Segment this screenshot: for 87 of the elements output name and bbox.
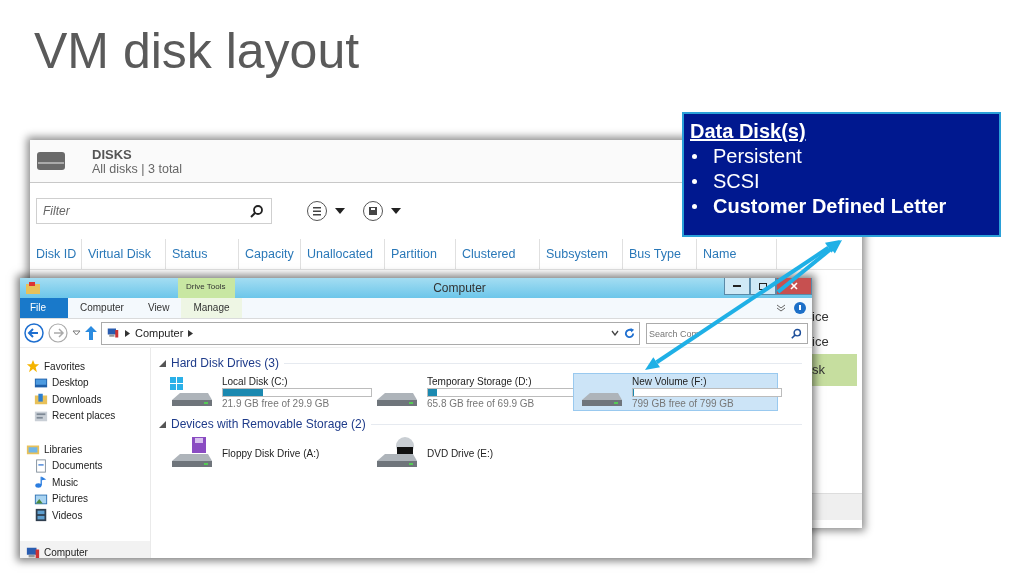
chevron-right-icon (125, 329, 130, 337)
window-title: Computer (432, 280, 487, 297)
computer-icon (26, 545, 40, 558)
film-icon (34, 508, 48, 523)
drive-tile[interactable]: Local Disk (C:) 21.9 GB free of 29.9 GB (163, 373, 368, 411)
star-icon (26, 359, 40, 374)
floppy-drive-icon (172, 437, 212, 467)
section-header[interactable]: Hard Disk Drives (3) (171, 356, 279, 370)
sidebar-item[interactable]: Videos (20, 507, 150, 524)
context-tab-label: Drive Tools (178, 278, 235, 298)
chevron-right-icon (188, 329, 194, 337)
column-header[interactable]: Bus Type (623, 239, 697, 269)
ribbon-tab[interactable]: File (20, 298, 68, 318)
column-header[interactable]: Disk ID (30, 239, 82, 269)
column-header[interactable]: Name (697, 239, 777, 269)
sidebar-item[interactable]: Recent places (20, 407, 150, 424)
free-space-text: 65.8 GB free of 69.9 GB (427, 397, 536, 409)
sidebar-item[interactable]: Music (20, 474, 150, 491)
drive-name: Temporary Storage (D:) (427, 375, 533, 387)
drive-tile[interactable]: DVD Drive (E:) (368, 434, 573, 472)
minimize-button[interactable] (724, 278, 750, 295)
bullet-text: Persistent (713, 144, 802, 169)
expand-triangle-icon[interactable] (159, 359, 166, 367)
dvd-drive-icon (377, 437, 417, 467)
free-space-text: 21.9 GB free of 29.9 GB (222, 397, 331, 409)
arrow (776, 240, 842, 294)
sidebar-item[interactable]: Pictures (20, 490, 150, 507)
sidebar-item[interactable]: Desktop (20, 374, 150, 391)
column-header[interactable]: Partition (385, 239, 456, 269)
hard-drive-icon (582, 393, 622, 406)
back-icon[interactable] (24, 323, 44, 343)
sidebar-item[interactable]: Favorites (20, 358, 150, 375)
bullet-text: Customer Defined Letter (713, 194, 947, 219)
sidebar-item[interactable]: Libraries (20, 441, 150, 458)
dropdown-icon[interactable] (611, 330, 619, 336)
computer-icon (106, 327, 120, 339)
refresh-icon[interactable] (624, 327, 635, 339)
ribbon-tab[interactable]: Manage (181, 298, 242, 318)
filter-field[interactable]: Filter (36, 198, 272, 224)
save-menu-icon[interactable] (362, 200, 404, 222)
search-icon (250, 204, 264, 218)
section-header[interactable]: Devices with Removable Storage (2) (171, 417, 366, 431)
drive-tile[interactable]: Temporary Storage (D:) 65.8 GB free of 69.9 GB (368, 373, 573, 411)
column-header[interactable]: Clustered (456, 239, 540, 269)
panel-title: DISKS (92, 146, 133, 162)
drive-name: Local Disk (C:) (222, 375, 289, 387)
document-icon (34, 458, 48, 473)
table-cell[interactable]: sk (810, 354, 857, 386)
ribbon-tab[interactable]: View (135, 298, 182, 318)
sidebar-item[interactable]: Downloads (20, 391, 150, 408)
drive-name: Floppy Disk Drive (A:) (222, 447, 320, 459)
list-menu-icon[interactable] (306, 200, 348, 222)
column-header[interactable]: Virtual Disk (82, 239, 166, 269)
up-arrow-icon[interactable] (85, 326, 97, 340)
music-note-icon (34, 475, 48, 490)
expand-triangle-icon[interactable] (159, 420, 166, 428)
column-header[interactable]: Capacity (239, 239, 301, 269)
column-header[interactable]: Subsystem (540, 239, 623, 269)
column-header[interactable]: Unallocated (301, 239, 385, 269)
dropdown-icon[interactable] (72, 330, 81, 336)
free-space-text: 799 GB free of 799 GB (632, 397, 735, 409)
table-cell[interactable]: ice (810, 329, 857, 354)
ribbon-tab[interactable]: Computer (68, 298, 136, 318)
maximize-icon (759, 282, 767, 290)
bullet-icon (692, 204, 697, 209)
bullet-icon (692, 179, 697, 184)
drive-name: New Volume (F:) (632, 375, 708, 387)
hard-drive-icon (36, 149, 66, 173)
table-cell[interactable]: ice (810, 304, 857, 329)
column-header[interactable]: Status (166, 239, 239, 269)
bullet-text: SCSI (713, 169, 760, 194)
slide-title: VM disk layout (34, 22, 360, 80)
bullet-icon (692, 154, 697, 159)
callout-heading: Data Disk(s) (690, 119, 806, 144)
address-bar[interactable]: Computer (101, 321, 640, 345)
panel-subtitle: All disks | 3 total (92, 161, 183, 176)
search-icon (791, 327, 802, 339)
drive-tile[interactable]: Floppy Disk Drive (A:) (163, 434, 368, 472)
windows-drive-icon (170, 377, 212, 406)
minimize-icon (733, 285, 741, 287)
hard-drive-icon (377, 393, 417, 406)
close-icon (790, 282, 798, 290)
drive-name: DVD Drive (E:) (427, 447, 494, 459)
chevron-down-icon[interactable] (776, 304, 786, 312)
sidebar-item[interactable]: Documents (20, 457, 150, 474)
breadcrumb[interactable]: Computer (135, 327, 184, 339)
help-icon[interactable] (794, 302, 806, 314)
